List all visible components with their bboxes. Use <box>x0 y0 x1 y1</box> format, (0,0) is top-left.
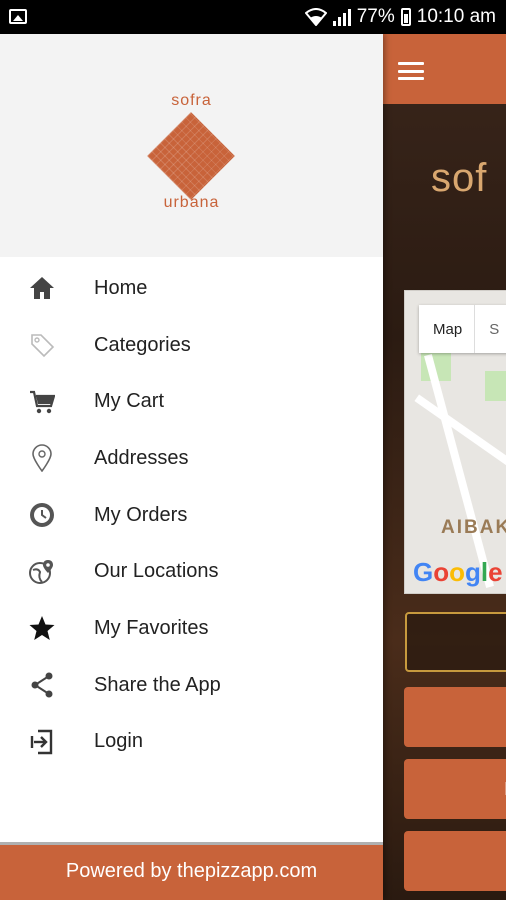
map-road <box>424 354 494 588</box>
battery-icon <box>400 8 411 26</box>
drawer-menu: Home Categories My Cart Addresses My Ord… <box>0 260 383 770</box>
clock: 10:10 am <box>416 6 496 27</box>
location-pin-icon <box>28 444 56 473</box>
signal-icon <box>332 8 351 26</box>
menu-item-home[interactable]: Home <box>0 260 383 317</box>
menu-item-my-cart[interactable]: My Cart <box>0 373 383 430</box>
map-type-selector[interactable]: Map S <box>419 305 506 353</box>
map-type-satellite[interactable]: S <box>474 305 506 353</box>
menu-item-my-favorites[interactable]: My Favorites <box>0 600 383 657</box>
menu-item-label: Share the App <box>94 673 221 696</box>
menu-item-my-orders[interactable]: My Orders <box>0 487 383 544</box>
home-icon <box>28 274 56 302</box>
navigation-drawer: sofra urbana Home Categories My Cart Add… <box>0 34 383 900</box>
globe-pin-icon <box>28 558 56 586</box>
map-type-map[interactable]: Map <box>419 305 474 353</box>
menu-item-our-locations[interactable]: Our Locations <box>0 543 383 600</box>
menu-item-label: My Cart <box>94 390 164 413</box>
app-button[interactable]: I <box>404 759 506 819</box>
app-button[interactable] <box>404 687 506 747</box>
drawer-header: sofra urbana <box>0 34 383 257</box>
menu-item-label: Addresses <box>94 446 189 469</box>
menu-item-addresses[interactable]: Addresses <box>0 430 383 487</box>
brand-logo-mark <box>147 112 235 200</box>
app-logo-text: sof <box>431 156 488 200</box>
map-view[interactable]: Map S AIBAK Google <box>404 290 506 594</box>
map-park <box>485 371 506 401</box>
share-icon <box>28 671 56 699</box>
wifi-icon <box>304 8 327 26</box>
login-icon <box>28 728 56 756</box>
gallery-notification-icon <box>9 9 27 24</box>
menu-item-label: Home <box>94 276 148 299</box>
drawer-footer[interactable]: Powered by thepizzapp.com <box>0 842 383 900</box>
menu-item-label: Login <box>94 730 143 753</box>
info-box <box>405 612 506 672</box>
status-bar: 77% 10:10 am <box>0 0 506 34</box>
powered-by-text: Powered by thepizzapp.com <box>65 860 318 882</box>
map-area-label: AIBAK <box>441 517 506 538</box>
app-toolbar <box>383 34 506 104</box>
hamburger-menu-icon[interactable] <box>398 62 424 80</box>
menu-item-categories[interactable]: Categories <box>0 317 383 374</box>
app-button[interactable] <box>404 831 506 891</box>
google-logo: Google <box>413 557 503 587</box>
menu-item-label: My Favorites <box>94 616 209 639</box>
star-icon <box>28 614 56 642</box>
menu-item-label: My Orders <box>94 503 188 526</box>
history-icon <box>28 501 56 529</box>
menu-item-share-the-app[interactable]: Share the App <box>0 657 383 714</box>
cart-icon <box>28 388 56 416</box>
background-app: sof Map S AIBAK Google I <box>383 34 506 900</box>
battery-percent: 77% <box>356 6 395 27</box>
menu-item-label: Our Locations <box>94 560 219 583</box>
menu-item-login[interactable]: Login <box>0 714 383 771</box>
brand-logo-top: sofra <box>171 92 212 109</box>
brand-logo-bottom: urbana <box>163 194 220 211</box>
menu-item-label: Categories <box>94 333 191 356</box>
tag-icon <box>28 331 56 359</box>
status-bar-right: 77% 10:10 am <box>304 6 496 28</box>
